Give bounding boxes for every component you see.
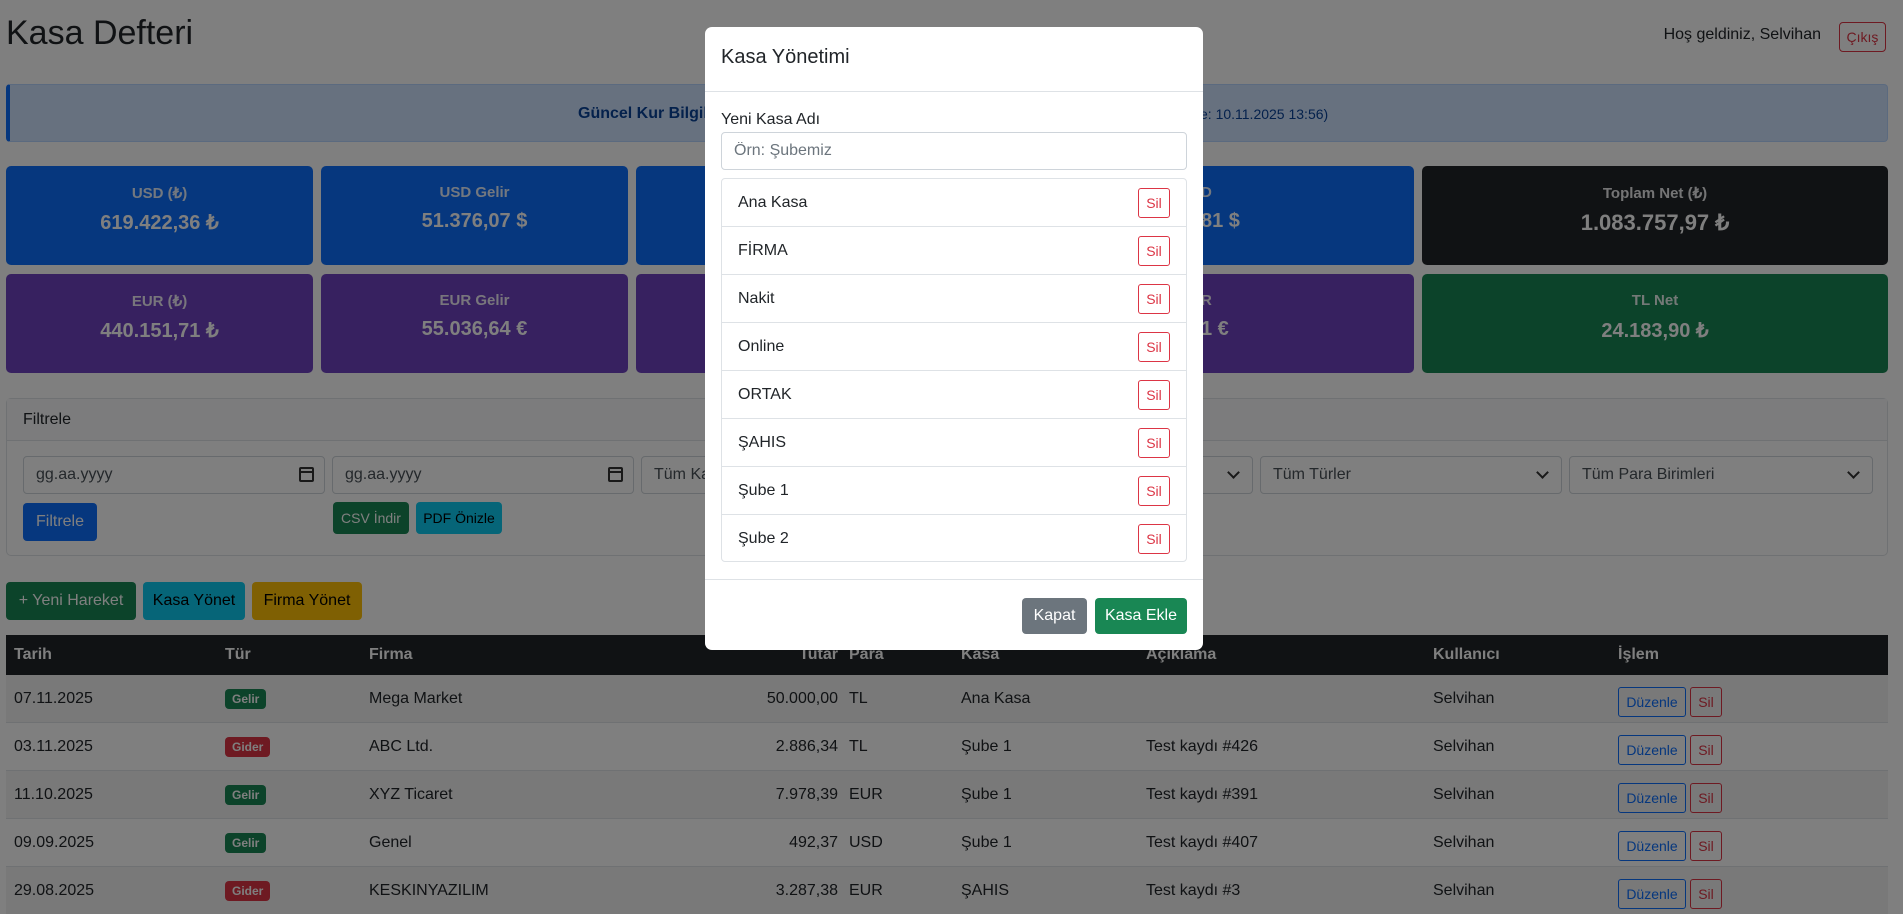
kasa-list-item: ORTAK Sil (722, 371, 1186, 419)
delete-kasa-button[interactable]: Sil (1138, 188, 1170, 218)
add-kasa-button[interactable]: Kasa Ekle (1095, 598, 1187, 634)
delete-kasa-button[interactable]: Sil (1138, 428, 1170, 458)
kasa-name: FİRMA (738, 242, 788, 259)
kasa-list: Ana Kasa Sil FİRMA Sil Nakit Sil Online … (721, 178, 1187, 562)
delete-kasa-button[interactable]: Sil (1138, 476, 1170, 506)
kasa-management-modal: Kasa Yönetimi Yeni Kasa Adı Ana Kasa Sil… (705, 27, 1203, 650)
kasa-name: ŞAHIS (738, 434, 787, 451)
modal-footer: Kapat Kasa Ekle (705, 579, 1203, 650)
delete-kasa-button[interactable]: Sil (1138, 332, 1170, 362)
kasa-name: Ana Kasa (738, 194, 808, 211)
delete-kasa-button[interactable]: Sil (1138, 524, 1170, 554)
kasa-list-item: ŞAHIS Sil (722, 419, 1186, 467)
kasa-name: Şube 2 (738, 530, 789, 547)
kasa-list-item: Online Sil (722, 323, 1186, 371)
kasa-list-item: Nakit Sil (722, 275, 1186, 323)
delete-kasa-button[interactable]: Sil (1138, 380, 1170, 410)
kasa-list-item: Şube 1 Sil (722, 467, 1186, 515)
delete-kasa-button[interactable]: Sil (1138, 284, 1170, 314)
kasa-list-item: Ana Kasa Sil (722, 179, 1186, 227)
kasa-name: Nakit (738, 290, 775, 307)
kasa-list-item: Şube 2 Sil (722, 515, 1186, 563)
new-kasa-input[interactable] (721, 132, 1187, 170)
modal-header: Kasa Yönetimi (705, 27, 1203, 92)
delete-kasa-button[interactable]: Sil (1138, 236, 1170, 266)
close-button[interactable]: Kapat (1022, 598, 1087, 634)
modal-title: Kasa Yönetimi (721, 46, 850, 68)
kasa-name: Şube 1 (738, 482, 789, 499)
kasa-list-item: FİRMA Sil (722, 227, 1186, 275)
new-kasa-label: Yeni Kasa Adı (721, 111, 821, 128)
kasa-name: Online (738, 338, 785, 355)
kasa-name: ORTAK (738, 386, 792, 403)
